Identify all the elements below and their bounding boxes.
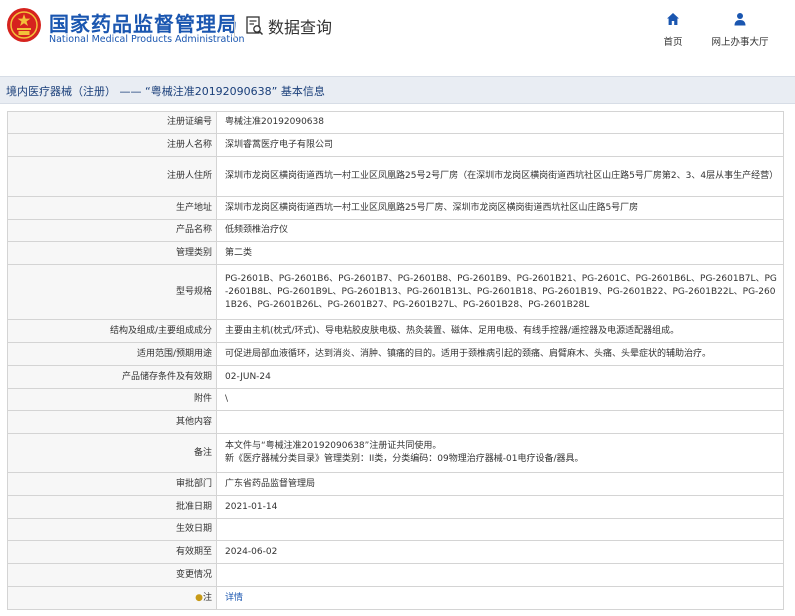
field-label: 型号规格 — [7, 264, 217, 320]
table-row: 注册证编号 粤械注准20192090638 — [7, 111, 784, 134]
details-link[interactable]: 详情 — [225, 593, 243, 603]
table-row: 型号规格 PG-2601B、PG-2601B6、PG-2601B7、PG-260… — [7, 264, 784, 320]
field-value: 本文件与“粤械注准20192090638”注册证共同使用。 新《医疗器械分类目录… — [216, 433, 784, 473]
table-row: 结构及组成/主要组成成分 主要由主机(枕式/环式)、导电粘胶皮肤电极、热灸装置、… — [7, 319, 784, 343]
table-row: 有效期至 2024-06-02 — [7, 540, 784, 564]
field-label: 其他内容 — [7, 410, 217, 434]
field-value: 低频颈椎治疗仪 — [216, 219, 784, 242]
table-row: 生产地址 深圳市龙岗区横岗街道西坑一村工业区凤凰路25号厂房、深圳市龙岗区横岗街… — [7, 196, 784, 220]
national-emblem-logo[interactable] — [6, 7, 42, 43]
page-title: 境内医疗器械（注册） —— “粤械注准20192090638” 基本信息 — [6, 85, 325, 98]
nav-online-office[interactable]: 网上办事大厅 — [708, 12, 772, 49]
field-label: 批准日期 — [7, 495, 217, 519]
table-row: 产品储存条件及有效期 02-JUN-24 — [7, 365, 784, 389]
nav-online-office-label: 网上办事大厅 — [711, 37, 769, 48]
data-query-label: 数据查询 — [268, 18, 333, 37]
device-info-table: 注册证编号 粤械注准20192090638 注册人名称 深圳睿蒿医疗电子有限公司… — [7, 111, 784, 610]
field-value: 2024-06-02 — [216, 540, 784, 564]
home-icon — [667, 13, 679, 25]
field-value: 广东省药品监督管理局 — [216, 472, 784, 496]
field-label: 注 — [202, 592, 212, 603]
field-value: 可促进局部血液循环，达到消炎、消肿、镇痛的目的。适用于颈椎病引起的颈痛、肩臂麻木… — [216, 342, 784, 366]
field-label: 生产地址 — [7, 196, 217, 220]
table-row: 产品名称 低频颈椎治疗仪 — [7, 219, 784, 242]
field-value: 粤械注准20192090638 — [216, 111, 784, 134]
field-label: 审批部门 — [7, 472, 217, 496]
field-label: 产品名称 — [7, 219, 217, 242]
table-row: 备注 本文件与“粤械注准20192090638”注册证共同使用。 新《医疗器械分… — [7, 433, 784, 473]
header-divider — [234, 14, 235, 40]
field-label: 生效日期 — [7, 518, 217, 541]
field-value: 详情 — [216, 586, 784, 610]
field-value: 02-JUN-24 — [216, 365, 784, 389]
table-row: 生效日期 — [7, 518, 784, 541]
field-label: 适用范围/预期用途 — [7, 342, 217, 366]
remark-line: 本文件与“粤械注准20192090638”注册证共同使用。 — [225, 441, 442, 451]
field-label: 管理类别 — [7, 241, 217, 265]
table-row: 适用范围/预期用途 可促进局部血液循环，达到消炎、消肿、镇痛的目的。适用于颈椎病… — [7, 342, 784, 366]
field-label: 有效期至 — [7, 540, 217, 564]
field-label: 产品储存条件及有效期 — [7, 365, 217, 389]
table-row: 管理类别 第二类 — [7, 241, 784, 265]
field-value — [216, 410, 784, 434]
page-title-bar: 境内医疗器械（注册） —— “粤械注准20192090638” 基本信息 — [0, 76, 795, 104]
table-row: 批准日期 2021-01-14 — [7, 495, 784, 519]
field-value: 深圳睿蒿医疗电子有限公司 — [216, 133, 784, 157]
table-row: 变更情况 — [7, 563, 784, 587]
table-row: ●注 详情 — [7, 586, 784, 610]
site-header: 国家药品监督管理局 National Medical Products Admi… — [0, 0, 795, 66]
field-label: 变更情况 — [7, 563, 217, 587]
data-query-section[interactable]: 数据查询 — [246, 14, 332, 38]
field-value: 2021-01-14 — [216, 495, 784, 519]
field-value: 主要由主机(枕式/环式)、导电粘胶皮肤电极、热灸装置、磁体、足用电极、有线手控器… — [216, 319, 784, 343]
field-value — [216, 518, 784, 541]
table-row: 其他内容 — [7, 410, 784, 434]
field-value: 深圳市龙岗区横岗街道西坑一村工业区凤凰路25号2号厂房（在深圳市龙岗区横岗街道西… — [216, 156, 784, 197]
field-value: PG-2601B、PG-2601B6、PG-2601B7、PG-2601B8、P… — [216, 264, 784, 320]
field-label: 注册人名称 — [7, 133, 217, 157]
field-value: \ — [216, 388, 784, 411]
table-row: 审批部门 广东省药品监督管理局 — [7, 472, 784, 496]
brand-name-en[interactable]: National Medical Products Administration — [49, 34, 245, 45]
table-row: 附件 \ — [7, 388, 784, 411]
brand-name-cn[interactable]: 国家药品监督管理局 — [49, 8, 238, 37]
data-query-icon — [246, 16, 264, 36]
note-label-cell: ●注 — [7, 586, 217, 610]
field-label: 附件 — [7, 388, 217, 411]
bulb-icon: ● — [195, 592, 203, 603]
field-label: 注册证编号 — [7, 111, 217, 134]
field-value: 第二类 — [216, 241, 784, 265]
field-label: 备注 — [7, 433, 217, 473]
user-icon — [734, 13, 746, 26]
field-value — [216, 563, 784, 587]
field-label: 结构及组成/主要组成成分 — [7, 319, 217, 343]
remark-line: 新《医疗器械分类目录》管理类别：II类，分类编码：09物理治疗器械-01电疗设备… — [225, 454, 584, 464]
field-value: 深圳市龙岗区横岗街道西坑一村工业区凤凰路25号厂房、深圳市龙岗区横岗街道西坑社区… — [216, 196, 784, 220]
table-row: 注册人住所 深圳市龙岗区横岗街道西坑一村工业区凤凰路25号2号厂房（在深圳市龙岗… — [7, 156, 784, 197]
table-row: 注册人名称 深圳睿蒿医疗电子有限公司 — [7, 133, 784, 157]
nav-home-label: 首页 — [663, 37, 683, 48]
nav-home[interactable]: 首页 — [660, 12, 686, 49]
field-label: 注册人住所 — [7, 156, 217, 197]
